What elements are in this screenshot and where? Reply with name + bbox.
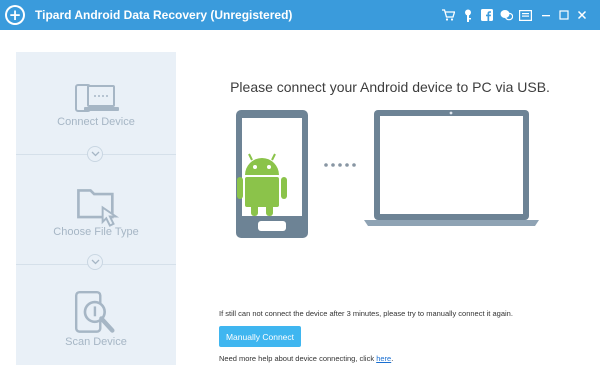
plus-icon: +	[5, 5, 25, 25]
step-connect-device: Connect Device	[16, 52, 176, 152]
title-bar: + Tipard Android Data Recovery (Unregist…	[0, 0, 600, 30]
chat-icon[interactable]	[499, 8, 513, 22]
laptop-icon	[364, 110, 539, 226]
phone-to-laptop-illustration	[236, 110, 539, 238]
manual-connect-hint: If still can not connect the device afte…	[219, 309, 513, 318]
help-link[interactable]: here	[376, 354, 391, 363]
window-title: Tipard Android Data Recovery (Unregister…	[35, 8, 293, 22]
steps-sidebar: Connect Device Choose File Type Scan Dev…	[16, 52, 176, 365]
android-phone-icon	[236, 110, 308, 238]
scan-device-icon	[74, 290, 115, 333]
connect-instruction-heading: Please connect your Android device to PC…	[230, 79, 550, 95]
step-choose-file-type: Choose File Type	[16, 162, 176, 262]
step-label: Choose File Type	[53, 226, 139, 238]
facebook-icon[interactable]	[480, 8, 494, 22]
help-text: Need more help about device connecting, …	[219, 354, 393, 363]
step-scan-device: Scan Device	[16, 272, 176, 372]
minimize-icon[interactable]	[539, 8, 553, 22]
chevron-down-icon	[87, 254, 103, 270]
connection-dots	[324, 163, 356, 167]
cart-icon[interactable]	[441, 8, 455, 22]
close-icon[interactable]	[575, 8, 589, 22]
choose-file-type-icon	[77, 189, 120, 227]
help-suffix: .	[391, 354, 394, 363]
manually-connect-button[interactable]: Manually Connect	[219, 326, 301, 347]
step-label: Connect Device	[57, 116, 135, 128]
maximize-icon[interactable]	[557, 8, 571, 22]
help-prefix: Need more help about device connecting, …	[219, 354, 377, 363]
step-label: Scan Device	[65, 336, 127, 348]
key-icon[interactable]	[461, 8, 475, 22]
menu-icon[interactable]	[518, 8, 532, 22]
chevron-down-icon	[87, 146, 103, 162]
